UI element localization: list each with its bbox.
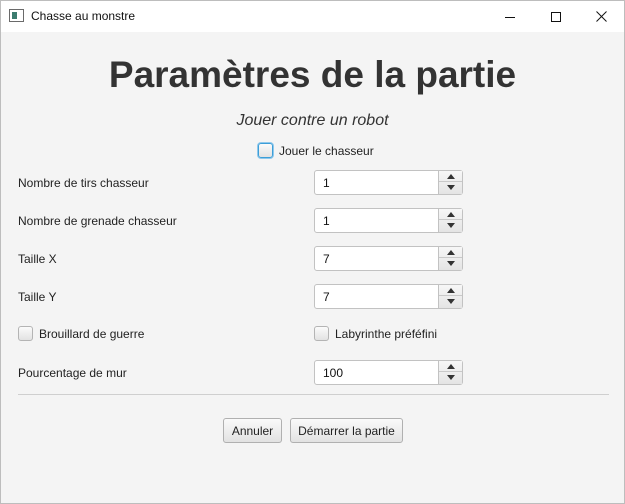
fog-of-war-checkbox-box[interactable] (18, 326, 33, 341)
page-title: Paramètres de la partie (108, 54, 517, 95)
arrow-up-icon (446, 211, 455, 217)
wall-percentage-increment-button[interactable] (439, 361, 462, 372)
size-y-value[interactable]: 7 (323, 290, 330, 304)
arrow-down-icon (446, 299, 455, 304)
shots-decrement-button[interactable] (439, 182, 462, 193)
arrow-down-icon (446, 223, 455, 228)
grenades-increment-button[interactable] (439, 209, 462, 220)
minimize-icon (505, 16, 515, 18)
window-title: Chasse au monstre (31, 9, 136, 23)
app-window: Chasse au monstre Paramètres de la parti… (0, 0, 625, 504)
grenades-value[interactable]: 1 (323, 214, 330, 228)
size-x-label: Taille X (18, 252, 57, 266)
size-x-value[interactable]: 7 (323, 252, 330, 266)
close-icon (595, 11, 607, 22)
arrow-down-icon (446, 375, 455, 380)
play-hunter-checkbox[interactable]: Jouer le chasseur (258, 143, 374, 158)
play-hunter-checkbox-box[interactable] (258, 143, 273, 158)
arrow-up-icon (446, 173, 455, 179)
wall-percentage-decrement-button[interactable] (439, 372, 462, 383)
cancel-button[interactable]: Annuler (223, 418, 282, 443)
size-y-decrement-button[interactable] (439, 296, 462, 307)
grenades-spinner[interactable]: 1 (314, 208, 463, 233)
play-hunter-label: Jouer le chasseur (279, 143, 374, 158)
predefined-maze-checkbox-box[interactable] (314, 326, 329, 341)
title-bar[interactable]: Chasse au monstre (1, 1, 624, 32)
predefined-maze-checkbox[interactable]: Labyrinthe préféfini (314, 326, 437, 341)
maximize-button[interactable] (533, 1, 579, 32)
app-window-icon (9, 9, 24, 22)
wall-percentage-spinner[interactable]: 100 (314, 360, 463, 385)
size-y-label: Taille Y (18, 290, 57, 304)
shots-label: Nombre de tirs chasseur (18, 176, 149, 190)
settings-form: Paramètres de la partie Jouer contre un … (1, 32, 624, 503)
fog-of-war-label: Brouillard de guerre (39, 326, 145, 341)
size-x-increment-button[interactable] (439, 247, 462, 258)
arrow-up-icon (446, 287, 455, 293)
shots-increment-button[interactable] (439, 171, 462, 182)
page-subtitle: Jouer contre un robot (236, 112, 389, 129)
wall-percentage-label: Pourcentage de mur (18, 366, 127, 380)
size-y-spinner[interactable]: 7 (314, 284, 463, 309)
size-x-decrement-button[interactable] (439, 258, 462, 269)
close-button[interactable] (578, 1, 624, 32)
minimize-button[interactable] (487, 1, 533, 32)
shots-spinner[interactable]: 1 (314, 170, 463, 195)
predefined-maze-label: Labyrinthe préféfini (335, 326, 438, 341)
maximize-icon (551, 11, 561, 22)
wall-percentage-value[interactable]: 100 (323, 366, 343, 380)
arrow-up-icon (446, 249, 455, 255)
arrow-down-icon (446, 261, 455, 266)
size-y-increment-button[interactable] (439, 285, 462, 296)
size-x-spinner[interactable]: 7 (314, 246, 463, 271)
grenades-decrement-button[interactable] (439, 220, 462, 231)
start-game-button[interactable]: Démarrer la partie (290, 418, 403, 443)
form-separator (18, 394, 609, 395)
grenades-label: Nombre de grenade chasseur (18, 214, 177, 228)
fog-of-war-checkbox[interactable]: Brouillard de guerre (18, 326, 144, 341)
arrow-down-icon (446, 185, 455, 190)
shots-value[interactable]: 1 (323, 176, 330, 190)
arrow-up-icon (446, 363, 455, 369)
